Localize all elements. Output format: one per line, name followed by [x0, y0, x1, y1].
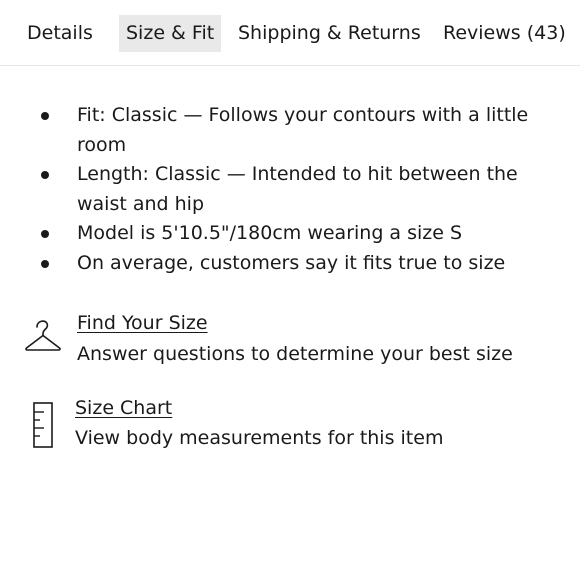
fit-note-item: Fit: Classic — Follows your contours wit… — [0, 101, 580, 160]
size-chart-description: View body measurements for this item — [75, 427, 444, 449]
find-your-size-link[interactable]: Find Your Size — [77, 312, 208, 334]
find-your-size-description: Answer questions to determine your best … — [77, 343, 513, 365]
tab-shipping-and-returns[interactable]: Shipping & Returns — [231, 15, 428, 52]
tab-bar: Details Size & Fit Shipping & Returns Re… — [0, 0, 580, 66]
fit-notes-list: Fit: Classic — Follows your contours wit… — [0, 101, 580, 278]
fit-note-item: Length: Classic — Intended to hit betwee… — [0, 160, 580, 219]
bullet-icon — [41, 112, 49, 120]
bullet-icon — [41, 230, 49, 238]
tab-size-and-fit[interactable]: Size & Fit — [119, 15, 222, 52]
size-chart-link[interactable]: Size Chart — [75, 397, 172, 419]
bullet-icon — [41, 171, 49, 179]
fit-note-item: Model is 5'10.5"/180cm wearing a size S — [0, 219, 580, 249]
fit-note-item: On average, customers say it fits true t… — [0, 249, 580, 279]
fit-note-text: On average, customers say it fits true t… — [77, 251, 506, 274]
tab-details[interactable]: Details — [20, 15, 100, 52]
fit-note-text: Length: Classic — Intended to hit betwee… — [77, 163, 518, 215]
ruler-icon — [33, 402, 55, 452]
tab-reviews[interactable]: Reviews (43) — [436, 15, 573, 52]
fit-note-text: Fit: Classic — Follows your contours wit… — [77, 104, 529, 156]
fit-note-text: Model is 5'10.5"/180cm wearing a size S — [77, 222, 463, 244]
hanger-icon — [24, 319, 62, 359]
bullet-icon — [41, 259, 49, 268]
